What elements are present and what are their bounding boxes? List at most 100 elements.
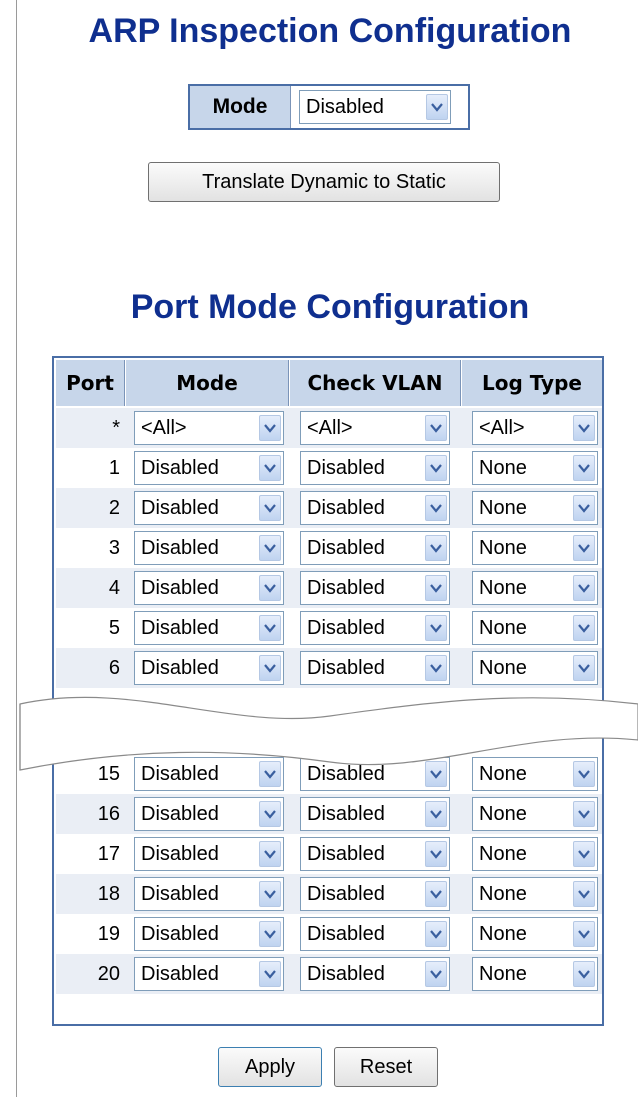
log-type-select[interactable]: None — [472, 757, 598, 791]
log-type-select-value: None — [479, 762, 527, 785]
chevron-down-icon[interactable] — [573, 881, 595, 907]
page-title: ARP Inspection Configuration — [88, 12, 572, 50]
check-vlan-select[interactable]: Disabled — [300, 611, 450, 645]
check-vlan-select[interactable]: Disabled — [300, 797, 450, 831]
log-type-select[interactable]: None — [472, 571, 598, 605]
chevron-down-icon[interactable] — [573, 841, 595, 867]
mode-select[interactable]: Disabled — [134, 451, 284, 485]
check-vlan-select-value: Disabled — [307, 576, 385, 599]
port-number: 20 — [97, 963, 120, 985]
check-vlan-select[interactable]: Disabled — [300, 757, 450, 791]
check-vlan-select[interactable]: Disabled — [300, 531, 450, 565]
chevron-down-icon[interactable] — [425, 415, 447, 441]
chevron-down-icon[interactable] — [425, 761, 447, 787]
log-type-select[interactable]: None — [472, 491, 598, 525]
table-row: 17 Disabled Disabled None — [56, 834, 602, 874]
chevron-down-icon[interactable] — [259, 761, 281, 787]
mode-select[interactable]: Disabled — [134, 917, 284, 951]
mode-select[interactable]: Disabled — [134, 651, 284, 685]
log-type-select[interactable]: None — [472, 611, 598, 645]
check-vlan-select[interactable]: Disabled — [300, 917, 450, 951]
log-type-select-value: None — [479, 882, 527, 905]
chevron-down-icon[interactable] — [573, 415, 595, 441]
check-vlan-select[interactable]: <All> — [300, 411, 450, 445]
chevron-down-icon[interactable] — [259, 615, 281, 641]
check-vlan-select[interactable]: Disabled — [300, 877, 450, 911]
check-vlan-select[interactable]: Disabled — [300, 451, 450, 485]
chevron-down-icon[interactable] — [259, 575, 281, 601]
chevron-down-icon[interactable] — [573, 615, 595, 641]
check-vlan-select[interactable]: Disabled — [300, 491, 450, 525]
chevron-down-icon[interactable] — [573, 761, 595, 787]
chevron-down-icon[interactable] — [259, 495, 281, 521]
chevron-down-icon[interactable] — [425, 615, 447, 641]
chevron-down-icon[interactable] — [259, 961, 281, 987]
check-vlan-select[interactable]: Disabled — [300, 651, 450, 685]
mode-select[interactable]: Disabled — [134, 757, 284, 791]
chevron-down-icon[interactable] — [573, 655, 595, 681]
log-type-select[interactable]: <All> — [472, 411, 598, 445]
mode-select[interactable]: Disabled — [134, 877, 284, 911]
page-left-border — [16, 0, 17, 1097]
chevron-down-icon[interactable] — [425, 961, 447, 987]
chevron-down-icon[interactable] — [425, 801, 447, 827]
table-row: 2 Disabled Disabled None — [56, 488, 602, 528]
translate-dynamic-to-static-button[interactable]: Translate Dynamic to Static — [148, 162, 500, 202]
chevron-down-icon[interactable] — [425, 655, 447, 681]
chevron-down-icon[interactable] — [259, 841, 281, 867]
chevron-down-icon[interactable] — [425, 535, 447, 561]
chevron-down-icon[interactable] — [426, 94, 448, 120]
mode-select[interactable]: <All> — [134, 411, 284, 445]
check-vlan-select[interactable]: Disabled — [300, 571, 450, 605]
check-vlan-select-value: Disabled — [307, 762, 385, 785]
log-type-select[interactable]: None — [472, 957, 598, 991]
mode-select-value: Disabled — [141, 922, 219, 945]
check-vlan-select[interactable]: Disabled — [300, 837, 450, 871]
table-row: 16 Disabled Disabled None — [56, 794, 602, 834]
chevron-down-icon[interactable] — [573, 575, 595, 601]
log-type-select[interactable]: None — [472, 651, 598, 685]
mode-select[interactable]: Disabled — [134, 611, 284, 645]
log-type-select[interactable]: None — [472, 797, 598, 831]
header-port: Port — [56, 360, 124, 406]
chevron-down-icon[interactable] — [259, 921, 281, 947]
chevron-down-icon[interactable] — [259, 455, 281, 481]
mode-select-value: Disabled — [141, 536, 219, 559]
chevron-down-icon[interactable] — [259, 415, 281, 441]
log-type-select[interactable]: None — [472, 877, 598, 911]
chevron-down-icon[interactable] — [573, 921, 595, 947]
log-type-select[interactable]: None — [472, 837, 598, 871]
mode-select[interactable]: Disabled — [134, 797, 284, 831]
table-row: 20 Disabled Disabled None — [56, 954, 602, 994]
log-type-select[interactable]: None — [472, 917, 598, 951]
chevron-down-icon[interactable] — [425, 921, 447, 947]
chevron-down-icon[interactable] — [573, 535, 595, 561]
chevron-down-icon[interactable] — [259, 881, 281, 907]
global-mode-select[interactable]: Disabled — [299, 90, 451, 124]
check-vlan-select-value: Disabled — [307, 616, 385, 639]
mode-select[interactable]: Disabled — [134, 571, 284, 605]
mode-select[interactable]: Disabled — [134, 837, 284, 871]
chevron-down-icon[interactable] — [573, 455, 595, 481]
mode-select-value: Disabled — [141, 656, 219, 679]
mode-select[interactable]: Disabled — [134, 531, 284, 565]
chevron-down-icon[interactable] — [259, 655, 281, 681]
mode-select[interactable]: Disabled — [134, 491, 284, 525]
log-type-select[interactable]: None — [472, 451, 598, 485]
reset-button[interactable]: Reset — [334, 1047, 438, 1087]
chevron-down-icon[interactable] — [425, 495, 447, 521]
chevron-down-icon[interactable] — [425, 455, 447, 481]
log-type-select-value: None — [479, 496, 527, 519]
chevron-down-icon[interactable] — [259, 801, 281, 827]
chevron-down-icon[interactable] — [425, 575, 447, 601]
log-type-select[interactable]: None — [472, 531, 598, 565]
chevron-down-icon[interactable] — [573, 801, 595, 827]
chevron-down-icon[interactable] — [573, 961, 595, 987]
chevron-down-icon[interactable] — [259, 535, 281, 561]
mode-select[interactable]: Disabled — [134, 957, 284, 991]
chevron-down-icon[interactable] — [573, 495, 595, 521]
check-vlan-select[interactable]: Disabled — [300, 957, 450, 991]
apply-button[interactable]: Apply — [218, 1047, 322, 1087]
chevron-down-icon[interactable] — [425, 841, 447, 867]
chevron-down-icon[interactable] — [425, 881, 447, 907]
